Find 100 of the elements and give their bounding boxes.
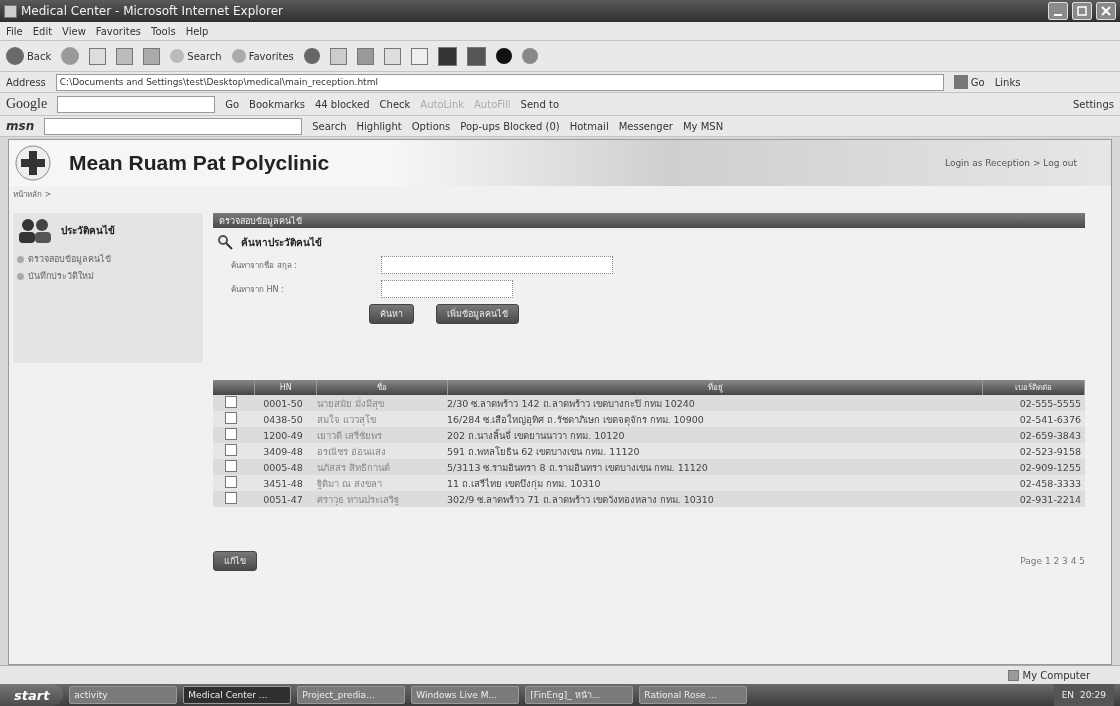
- menu-item[interactable]: View: [62, 25, 86, 37]
- table-cell: 3409-48: [263, 445, 303, 457]
- go-button[interactable]: Go: [953, 75, 985, 89]
- table-cell: 591 ถ.พหลโยธิน 62 เขตบางเขน กทม. 11120: [447, 445, 640, 457]
- clock: 20:29: [1080, 690, 1106, 700]
- google-logo: Google: [6, 96, 48, 112]
- toolbar-button[interactable]: My MSN: [682, 120, 724, 132]
- close-button[interactable]: [1096, 2, 1116, 20]
- table-cell: 2/30 ซ.ลาดพร้าว 142 ถ.ลาดพร้าว เขตบางกะปิ กทม 10240: [447, 397, 695, 409]
- settings-button[interactable]: Settings: [1073, 98, 1114, 110]
- address-field[interactable]: C:\Documents and Settings\test\Desktop\medical\main_reception.html: [55, 73, 944, 91]
- minimize-icon: [1054, 14, 1062, 16]
- start-button[interactable]: start: [0, 684, 64, 706]
- toolbar-button[interactable]: Highlight: [356, 120, 402, 132]
- breadcrumb[interactable]: หน้าหลัก >: [13, 188, 1111, 201]
- input-field[interactable]: [381, 280, 513, 298]
- taskbar-button[interactable]: Rational Rose ...: [639, 686, 748, 704]
- go-button[interactable]: Go: [225, 98, 240, 110]
- google-search-field[interactable]: [57, 95, 216, 113]
- minimize-button[interactable]: [1048, 2, 1068, 20]
- table-cell: 0005-48: [263, 461, 303, 473]
- table-cell: 0001-50: [263, 397, 303, 409]
- search-icon: [217, 234, 233, 250]
- column-header: เบอร์ติดต่อ: [1015, 383, 1053, 392]
- maximize-button[interactable]: [1072, 2, 1092, 20]
- toolbar-button[interactable]: Messenger: [618, 120, 673, 132]
- column-header: ชื่อ: [377, 383, 388, 392]
- taskbar-button[interactable]: Windows Live M...: [411, 686, 520, 704]
- table-cell: นภัสสร สิทธิกานต์: [317, 461, 391, 473]
- toolbar-button[interactable]: Search: [312, 120, 347, 132]
- input-field[interactable]: [381, 256, 613, 274]
- column-header: HN: [279, 383, 292, 392]
- row-checkbox[interactable]: [225, 460, 237, 472]
- table-cell: 02-523-9158: [1019, 445, 1081, 457]
- cross-logo: [15, 145, 51, 181]
- pagination[interactable]: Page 1 2 3 4 5: [1020, 556, 1085, 566]
- table-cell: 5/3113 ซ.รามอินทรา 8 ถ.รามอินทรา เขตบางเขน กทม. 11120: [447, 461, 708, 473]
- menu-item[interactable]: Help: [185, 25, 209, 37]
- toolbar-button[interactable]: Pop-ups Blocked (0): [460, 120, 560, 132]
- language-indicator[interactable]: EN: [1061, 690, 1075, 700]
- site-title: Mean Ruam Pat Polyclinic: [69, 151, 331, 175]
- row-checkbox[interactable]: [225, 428, 237, 440]
- search-button[interactable]: Search: [170, 49, 222, 63]
- maximize-icon: [1077, 6, 1087, 16]
- table-cell: 0051-47: [263, 493, 303, 505]
- menu-item[interactable]: Tools: [151, 25, 176, 37]
- menu-item[interactable]: Edit: [32, 25, 53, 37]
- table-cell: 02-555-5555: [1019, 397, 1081, 409]
- section-heading: ค้นหาประวัติคนไข้: [241, 235, 322, 250]
- taskbar-button[interactable]: [FinEng]_ หน้า...: [525, 686, 634, 704]
- table-cell: 1200-49: [263, 429, 303, 441]
- table-cell: 02-458-3333: [1019, 477, 1081, 489]
- sidebar-title: ประวัติคนไข้: [61, 223, 115, 238]
- row-checkbox[interactable]: [225, 412, 237, 424]
- row-checkbox[interactable]: [225, 396, 237, 408]
- menu-item[interactable]: File: [6, 25, 23, 37]
- table-cell: 0438-50: [263, 413, 303, 425]
- table-cell: ศราวุธ ทานประเสริฐ: [317, 493, 400, 505]
- menu-item[interactable]: Favorites: [95, 25, 141, 37]
- sidebar-link[interactable]: ตรวจสอบข้อมูลคนไข้: [17, 252, 199, 266]
- table-cell: 11 ถ.เสรีไทย เขตบึงกุ่ม กทม. 10310: [447, 477, 601, 489]
- search-button[interactable]: ค้นหา: [369, 304, 414, 324]
- toolbar-button[interactable]: Check: [379, 98, 411, 110]
- table-cell: สมใจ แววสุโข: [317, 413, 377, 425]
- msn-search-field[interactable]: [44, 117, 303, 135]
- taskbar-button[interactable]: Medical Center ...: [183, 686, 292, 704]
- links-button[interactable]: Links: [994, 76, 1021, 88]
- toolbar-button[interactable]: Send to: [520, 98, 559, 110]
- table-cell: 302/9 ซ.ลาดพร้าว 71 ถ.ลาดพร้าว เขตวังทองหลาง กทม. 10310: [447, 493, 714, 505]
- toolbar-button[interactable]: 44 blocked: [314, 98, 370, 110]
- sidebar-link[interactable]: บันทึกประวัติใหม่: [17, 269, 199, 283]
- toolbar-button[interactable]: Hotmail: [569, 120, 609, 132]
- panel-header: ตรวจสอบข้อมูลคนไข้: [213, 213, 1085, 228]
- msn-logo: msn: [6, 119, 35, 133]
- table-cell: 16/284 ซ.เสือใหญ่อุทิศ ถ.รัชดาภิเษก เขตจตุจักร กทม. 10900: [447, 413, 704, 425]
- table-cell: นายสมัย มั่งมีสุข: [317, 397, 385, 409]
- table-cell: 202 ถ.นางลิ้นจี่ เขตยานนาวา กทม. 10120: [447, 429, 625, 441]
- row-checkbox[interactable]: [225, 492, 237, 504]
- taskbar-button[interactable]: activity: [69, 686, 178, 704]
- favorites-button[interactable]: Favorites: [231, 49, 294, 63]
- row-checkbox[interactable]: [225, 444, 237, 456]
- row-checkbox[interactable]: [225, 476, 237, 488]
- taskbar-button[interactable]: Project_predia...: [297, 686, 406, 704]
- table-cell: ฐิติมา ณ สงขลา: [317, 477, 383, 489]
- table-cell: 02-931-2214: [1019, 493, 1081, 505]
- table-cell: 02-909-1255: [1019, 461, 1081, 473]
- table-cell: 02-541-6376: [1019, 413, 1081, 425]
- table-cell: 3451-48: [263, 477, 303, 489]
- address-label: Address: [6, 76, 46, 88]
- table-cell: เยาวดี เสรีชัยพร: [317, 429, 383, 441]
- table-cell: 02-659-3843: [1019, 429, 1081, 441]
- add-button[interactable]: เพิ่มข้อมูลคนไข้: [436, 304, 519, 324]
- edit-button[interactable]: แก้ไข: [213, 551, 257, 571]
- toolbar-button[interactable]: Options: [411, 120, 451, 132]
- login-link[interactable]: Login as Reception > Log out: [945, 158, 1077, 168]
- toolbar-button[interactable]: Bookmarks: [249, 98, 305, 110]
- window-title: Medical Center - Microsoft Internet Explorer: [21, 4, 284, 18]
- back-button[interactable]: Back: [6, 47, 52, 65]
- field-label: ค้นหาจากชื่อ สกุล :: [231, 259, 298, 272]
- close-icon: [1101, 6, 1111, 16]
